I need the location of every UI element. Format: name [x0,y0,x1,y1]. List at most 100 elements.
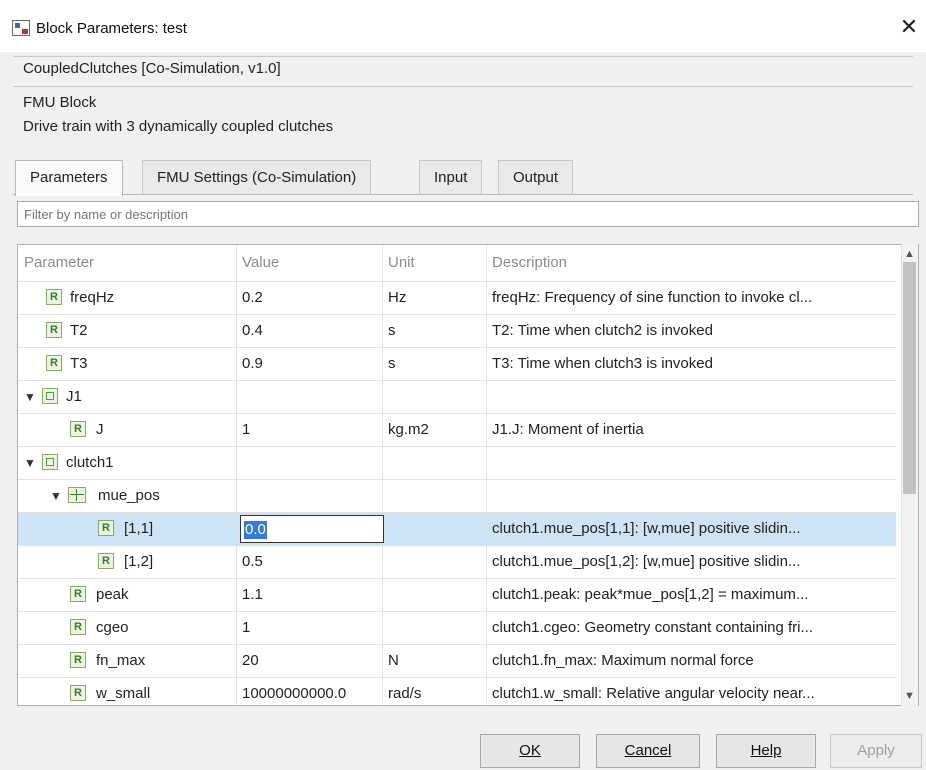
parameter-r-icon: R [70,652,86,668]
array-group-icon [68,487,86,503]
group-name: clutch1 [66,454,114,471]
parameter-description: clutch1.mue_pos[1,1]: [w,mue] positive s… [492,520,801,537]
parameter-name: J [96,421,104,438]
cancel-button[interactable]: Cancel [596,734,700,768]
help-button-label: Help [750,742,782,759]
group-name: J1 [66,388,82,405]
column-header-value: Value [242,254,280,271]
chevron-down-icon[interactable]: ▼ [24,381,36,413]
group-name: mue_pos [98,487,160,504]
tab-output[interactable]: Output [498,160,574,194]
parameter-unit: rad/s [388,685,422,702]
parameter-name: T3 [70,355,88,372]
table-row[interactable]: R freqHz 0.2 Hz freqHz: Frequency of sin… [18,281,896,314]
parameter-name: fn_max [96,652,146,669]
parameter-name: [1,2] [124,553,154,570]
parameter-unit [388,546,488,578]
parameter-description: clutch1.cgeo: Geometry constant containi… [492,619,813,636]
table-row-group[interactable]: ▼ clutch1 [18,446,896,479]
parameter-description: freqHz: Frequency of sine function to in… [492,289,813,306]
selected-value-text[interactable]: 0.0 [244,521,267,539]
table-row-group[interactable]: ▼ J1 [18,380,896,413]
header-divider [13,86,913,87]
scroll-down-icon[interactable]: ▼ [904,690,915,702]
parameter-value[interactable]: 0.5 [242,546,382,578]
parameter-value[interactable]: 0.2 [242,282,382,314]
table-row-group[interactable]: ▼ mue_pos [18,479,896,512]
parameter-name: [1,1] [124,520,154,537]
close-icon[interactable]: ✕ [896,14,922,40]
chevron-down-icon[interactable]: ▼ [50,480,62,512]
parameter-name: freqHz [70,289,115,306]
parameter-value[interactable]: 10000000000.0 [242,678,382,705]
filter-input[interactable] [17,201,919,227]
table-row[interactable]: R peak 1.1 clutch1.peak: peak*mue_pos[1,… [18,578,896,611]
parameter-unit: N [388,652,399,669]
parameter-unit [388,579,488,611]
parameter-value[interactable]: 1 [242,414,382,446]
parameter-description: T3: Time when clutch3 is invoked [492,355,713,372]
window-title: Block Parameters: test [36,20,187,37]
table-row[interactable]: R [1,2] 0.5 clutch1.mue_pos[1,2]: [w,mue… [18,545,896,578]
parameter-value[interactable]: 0.4 [242,315,382,347]
parameter-unit: Hz [388,289,407,306]
parameter-r-icon: R [70,619,86,635]
block-type: FMU Block [23,94,97,111]
scroll-up-icon[interactable]: ▲ [904,248,915,260]
parameter-r-icon: R [70,586,86,602]
component-group-icon [42,388,58,404]
parameter-description: clutch1.mue_pos[1,2]: [w,mue] positive s… [492,553,801,570]
parameter-r-icon: R [98,520,114,536]
parameter-r-icon: R [46,355,62,371]
parameter-description: T2: Time when clutch2 is invoked [492,322,713,339]
table-row-selected[interactable]: R [1,1] 0.0 clutch1.mue_pos[1,1]: [w,mue… [18,512,896,545]
ok-button-label: OK [519,742,541,759]
component-group-icon [42,454,58,470]
help-button[interactable]: Help [716,734,816,768]
parameter-unit: s [388,355,396,372]
parameter-name: w_small [96,685,151,702]
table-row[interactable]: R fn_max 20 N clutch1.fn_max: Maximum no… [18,644,896,677]
ok-button[interactable]: OK [480,734,580,768]
parameter-r-icon: R [70,421,86,437]
parameter-name: cgeo [96,619,129,636]
parameter-unit: kg.m2 [388,421,429,438]
table-row[interactable]: R w_small 10000000000.0 rad/s clutch1.w_… [18,677,896,705]
parameter-value[interactable]: 20 [242,645,382,677]
block-description: Drive train with 3 dynamically coupled c… [23,118,334,135]
column-header-unit: Unit [388,254,415,271]
parameter-r-icon: R [46,289,62,305]
apply-button[interactable]: Apply [830,734,922,768]
column-header-parameter: Parameter [24,254,95,271]
table-row[interactable]: R T3 0.9 s T3: Time when clutch3 is invo… [18,347,896,380]
header-divider [13,56,913,57]
tab-fmu-settings[interactable]: FMU Settings (Co-Simulation) [142,160,372,194]
chevron-down-icon[interactable]: ▼ [24,447,36,479]
parameter-name: T2 [70,322,88,339]
block-name: CoupledClutches [Co-Simulation, v1.0] [23,60,281,77]
parameter-value[interactable]: 1 [242,612,382,644]
parameter-description: clutch1.peak: peak*mue_pos[1,2] = maximu… [492,586,809,603]
parameter-description: clutch1.w_small: Relative angular veloci… [492,685,815,702]
simulink-block-icon [12,20,30,36]
parameter-name: peak [96,586,129,603]
table-row[interactable]: R J 1 kg.m2 J1.J: Moment of inertia [18,413,896,446]
table-row[interactable]: R T2 0.4 s T2: Time when clutch2 is invo… [18,314,896,347]
table-row[interactable]: R cgeo 1 clutch1.cgeo: Geometry constant… [18,611,896,644]
parameter-r-icon: R [98,553,114,569]
parameter-description: clutch1.fn_max: Maximum normal force [492,652,754,669]
scrollbar-thumb[interactable] [903,262,916,494]
parameter-unit: s [388,322,396,339]
tab-parameters[interactable]: Parameters [15,160,123,196]
apply-button-label: Apply [857,742,895,759]
tab-input[interactable]: Input [419,160,483,194]
parameter-unit [388,612,488,644]
value-edit-field[interactable]: 0.0 [240,515,384,543]
cancel-button-label: Cancel [624,742,672,759]
parameter-value[interactable]: 1.1 [242,579,382,611]
parameters-table: Parameter Value Unit Description R freqH… [17,244,919,706]
parameter-r-icon: R [46,322,62,338]
parameter-value[interactable]: 0.9 [242,348,382,380]
parameter-description: J1.J: Moment of inertia [492,421,644,438]
parameter-r-icon: R [70,685,86,701]
